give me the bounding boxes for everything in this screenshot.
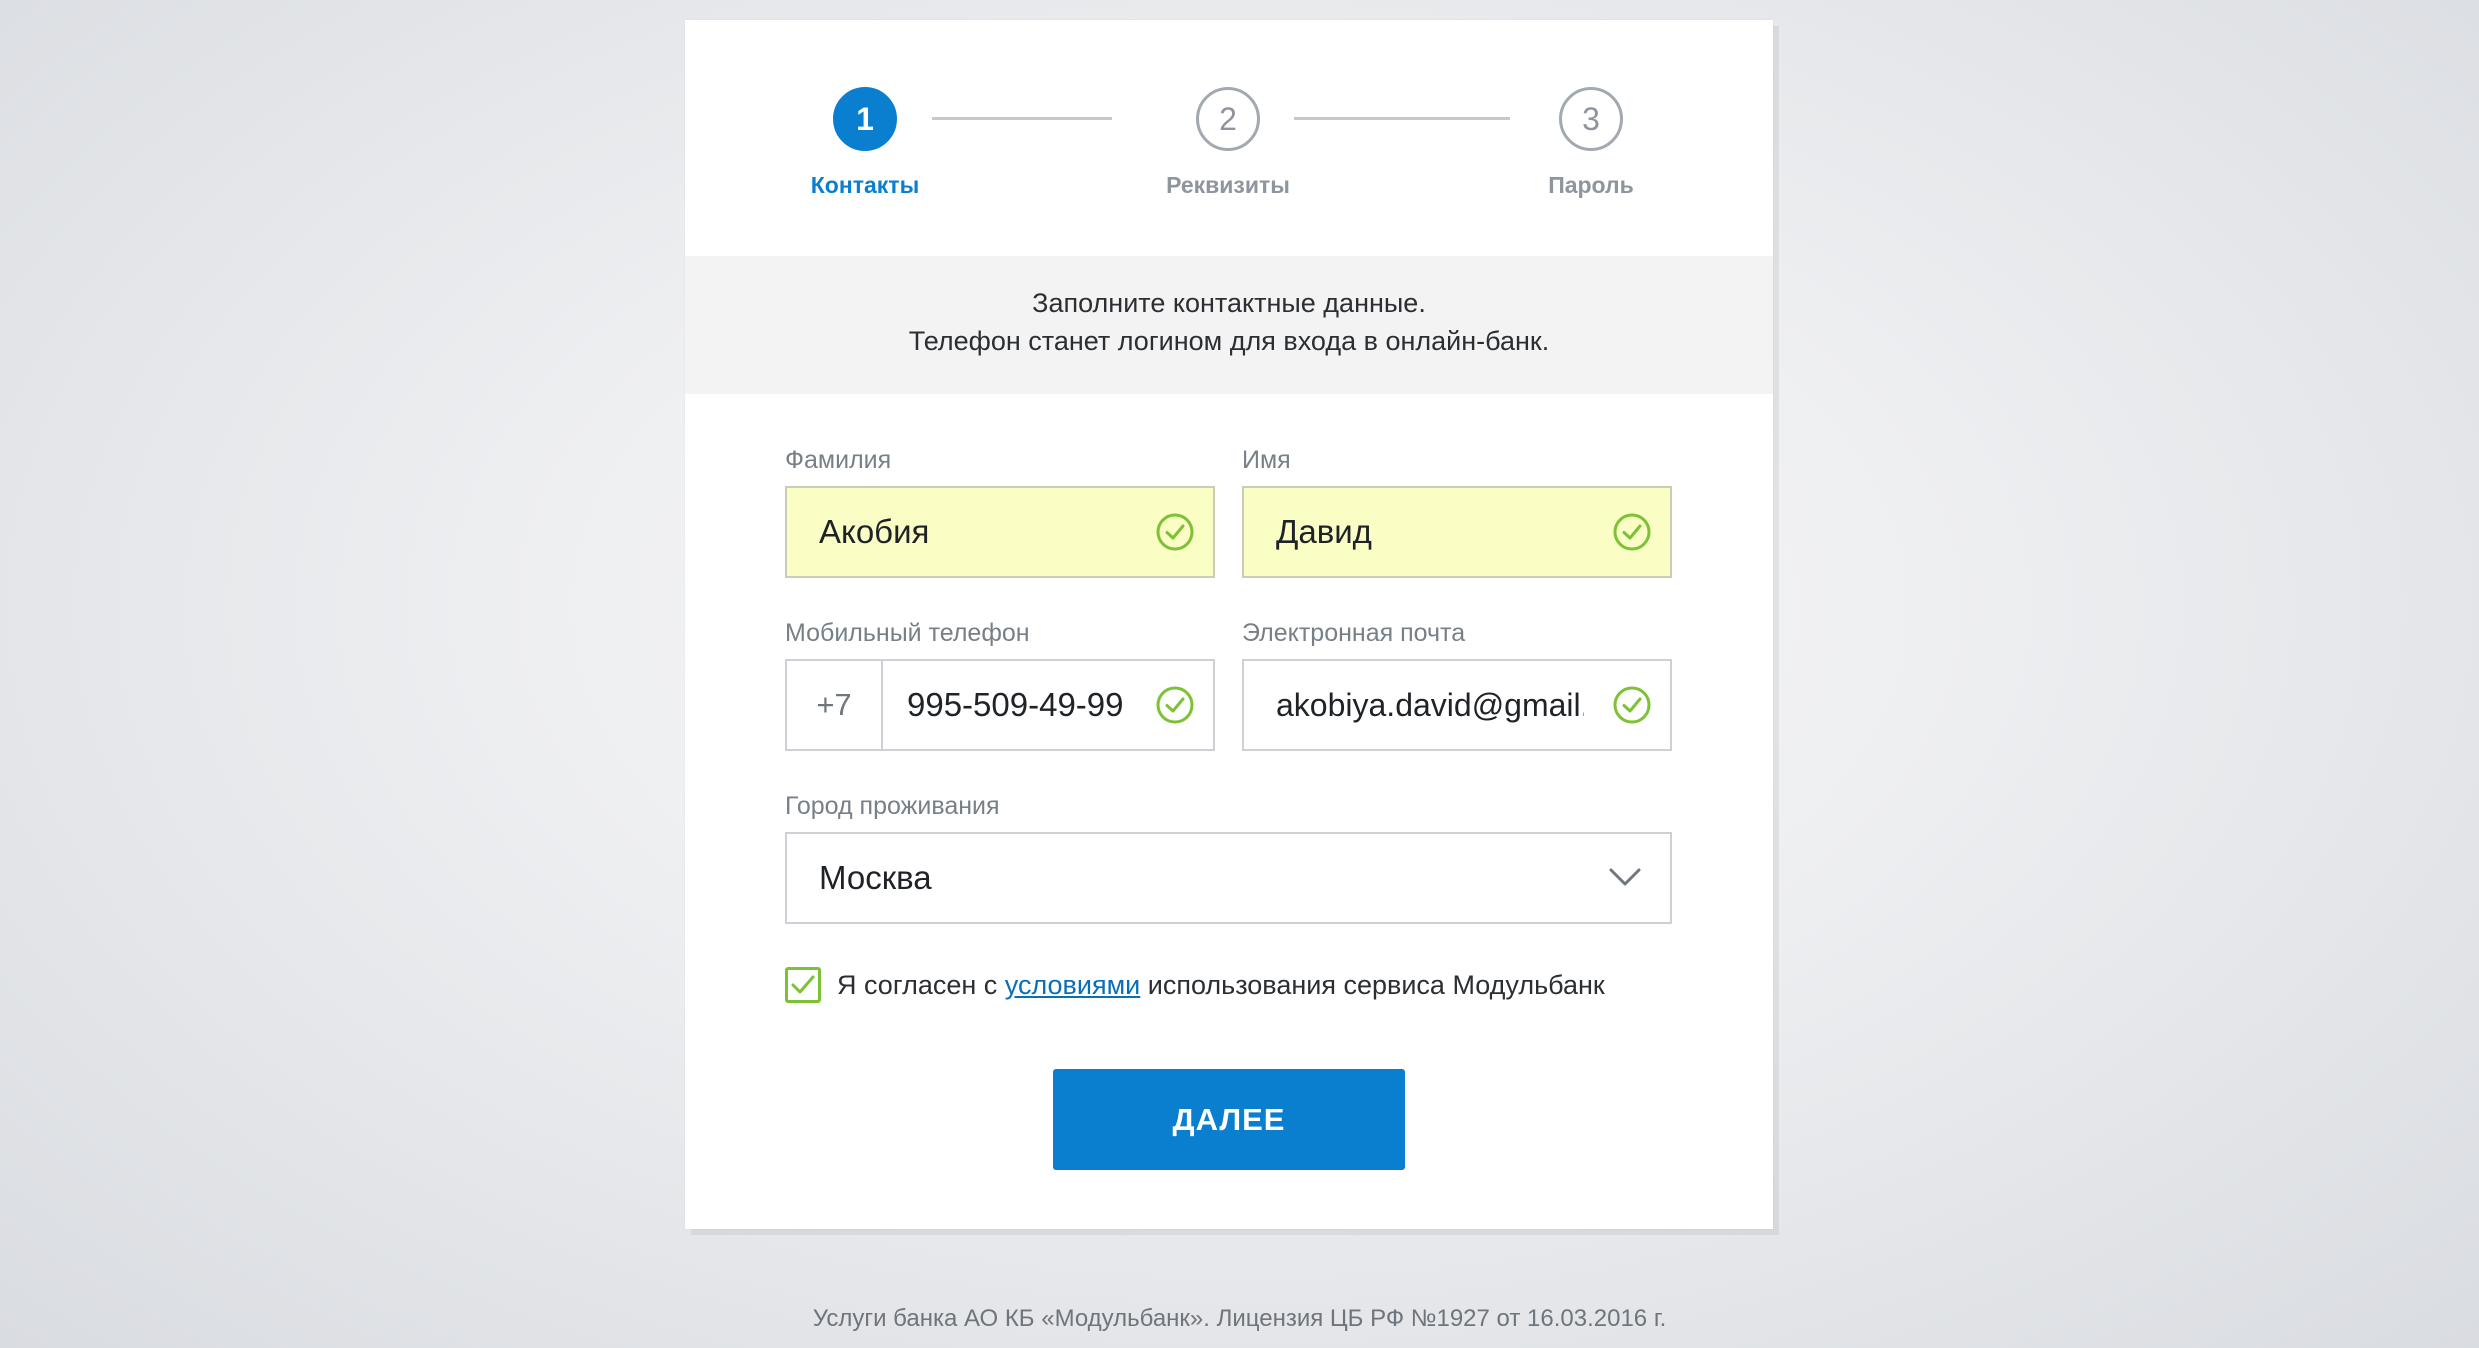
chevron-down-icon[interactable] [1608,866,1642,888]
valid-check-icon [1156,686,1194,724]
step-2-number: 2 [1219,100,1237,137]
first-name-label: Имя [1242,446,1291,474]
last-name-value: Акобия [819,513,930,550]
agreement-row: Я согласен с условиями использования сер… [785,967,1605,1003]
agreement-text: Я согласен с условиями использования сер… [837,970,1605,1001]
info-line-1: Заполните контактные данные. [1032,288,1426,318]
phone-label: Мобильный телефон [785,619,1030,647]
valid-check-icon [1613,513,1651,551]
step-1-label[interactable]: Контакты [765,172,965,199]
last-name-label: Фамилия [785,446,892,474]
city-label: Город проживания [785,792,1000,820]
step-3-circle[interactable]: 3 [1559,87,1623,151]
first-name-field[interactable]: Давид [1242,486,1672,578]
step-connector [1294,117,1510,120]
agreement-text-after: использования сервиса Модульбанк [1140,969,1605,1000]
valid-check-icon [1613,686,1651,724]
terms-link[interactable]: условиями [1005,970,1140,1000]
checkmark-icon [791,975,815,994]
last-name-field[interactable]: Акобия [785,486,1215,578]
step-3-number: 3 [1582,100,1600,137]
step-1-circle[interactable]: 1 [833,87,897,151]
step-1-number: 1 [856,100,874,137]
info-line-2: Телефон станет логином для входа в онлай… [908,326,1550,356]
city-value: Москва [819,859,932,896]
phone-prefix: +7 [787,661,883,749]
registration-card: 1 Контакты 2 Реквизиты 3 Пароль Заполнит… [685,20,1773,1229]
step-3-label[interactable]: Пароль [1491,172,1691,199]
agreement-checkbox[interactable] [785,967,821,1003]
stepper: 1 Контакты 2 Реквизиты 3 Пароль [685,20,1773,256]
step-2-circle[interactable]: 2 [1196,87,1260,151]
footer-license: Услуги банка АО КБ «Модульбанк». Лицензи… [812,1305,1667,1332]
next-button[interactable]: ДАЛЕЕ [1053,1069,1405,1170]
valid-check-icon [1156,513,1194,551]
email-label: Электронная почта [1242,619,1466,647]
first-name-value: Давид [1276,513,1372,550]
step-2-label[interactable]: Реквизиты [1128,172,1328,199]
phone-value: 995-509-49-99 [907,686,1124,723]
phone-field[interactable]: +7 995-509-49-99 [785,659,1215,751]
email-field[interactable]: akobiya.david@gmail.c [1242,659,1672,751]
info-banner: Заполните контактные данные. Телефон ста… [685,256,1773,394]
city-select[interactable]: Москва [785,832,1672,924]
agreement-text-before: Я согласен с [837,969,1005,1000]
step-connector [932,117,1112,120]
email-value: akobiya.david@gmail.c [1276,686,1584,723]
